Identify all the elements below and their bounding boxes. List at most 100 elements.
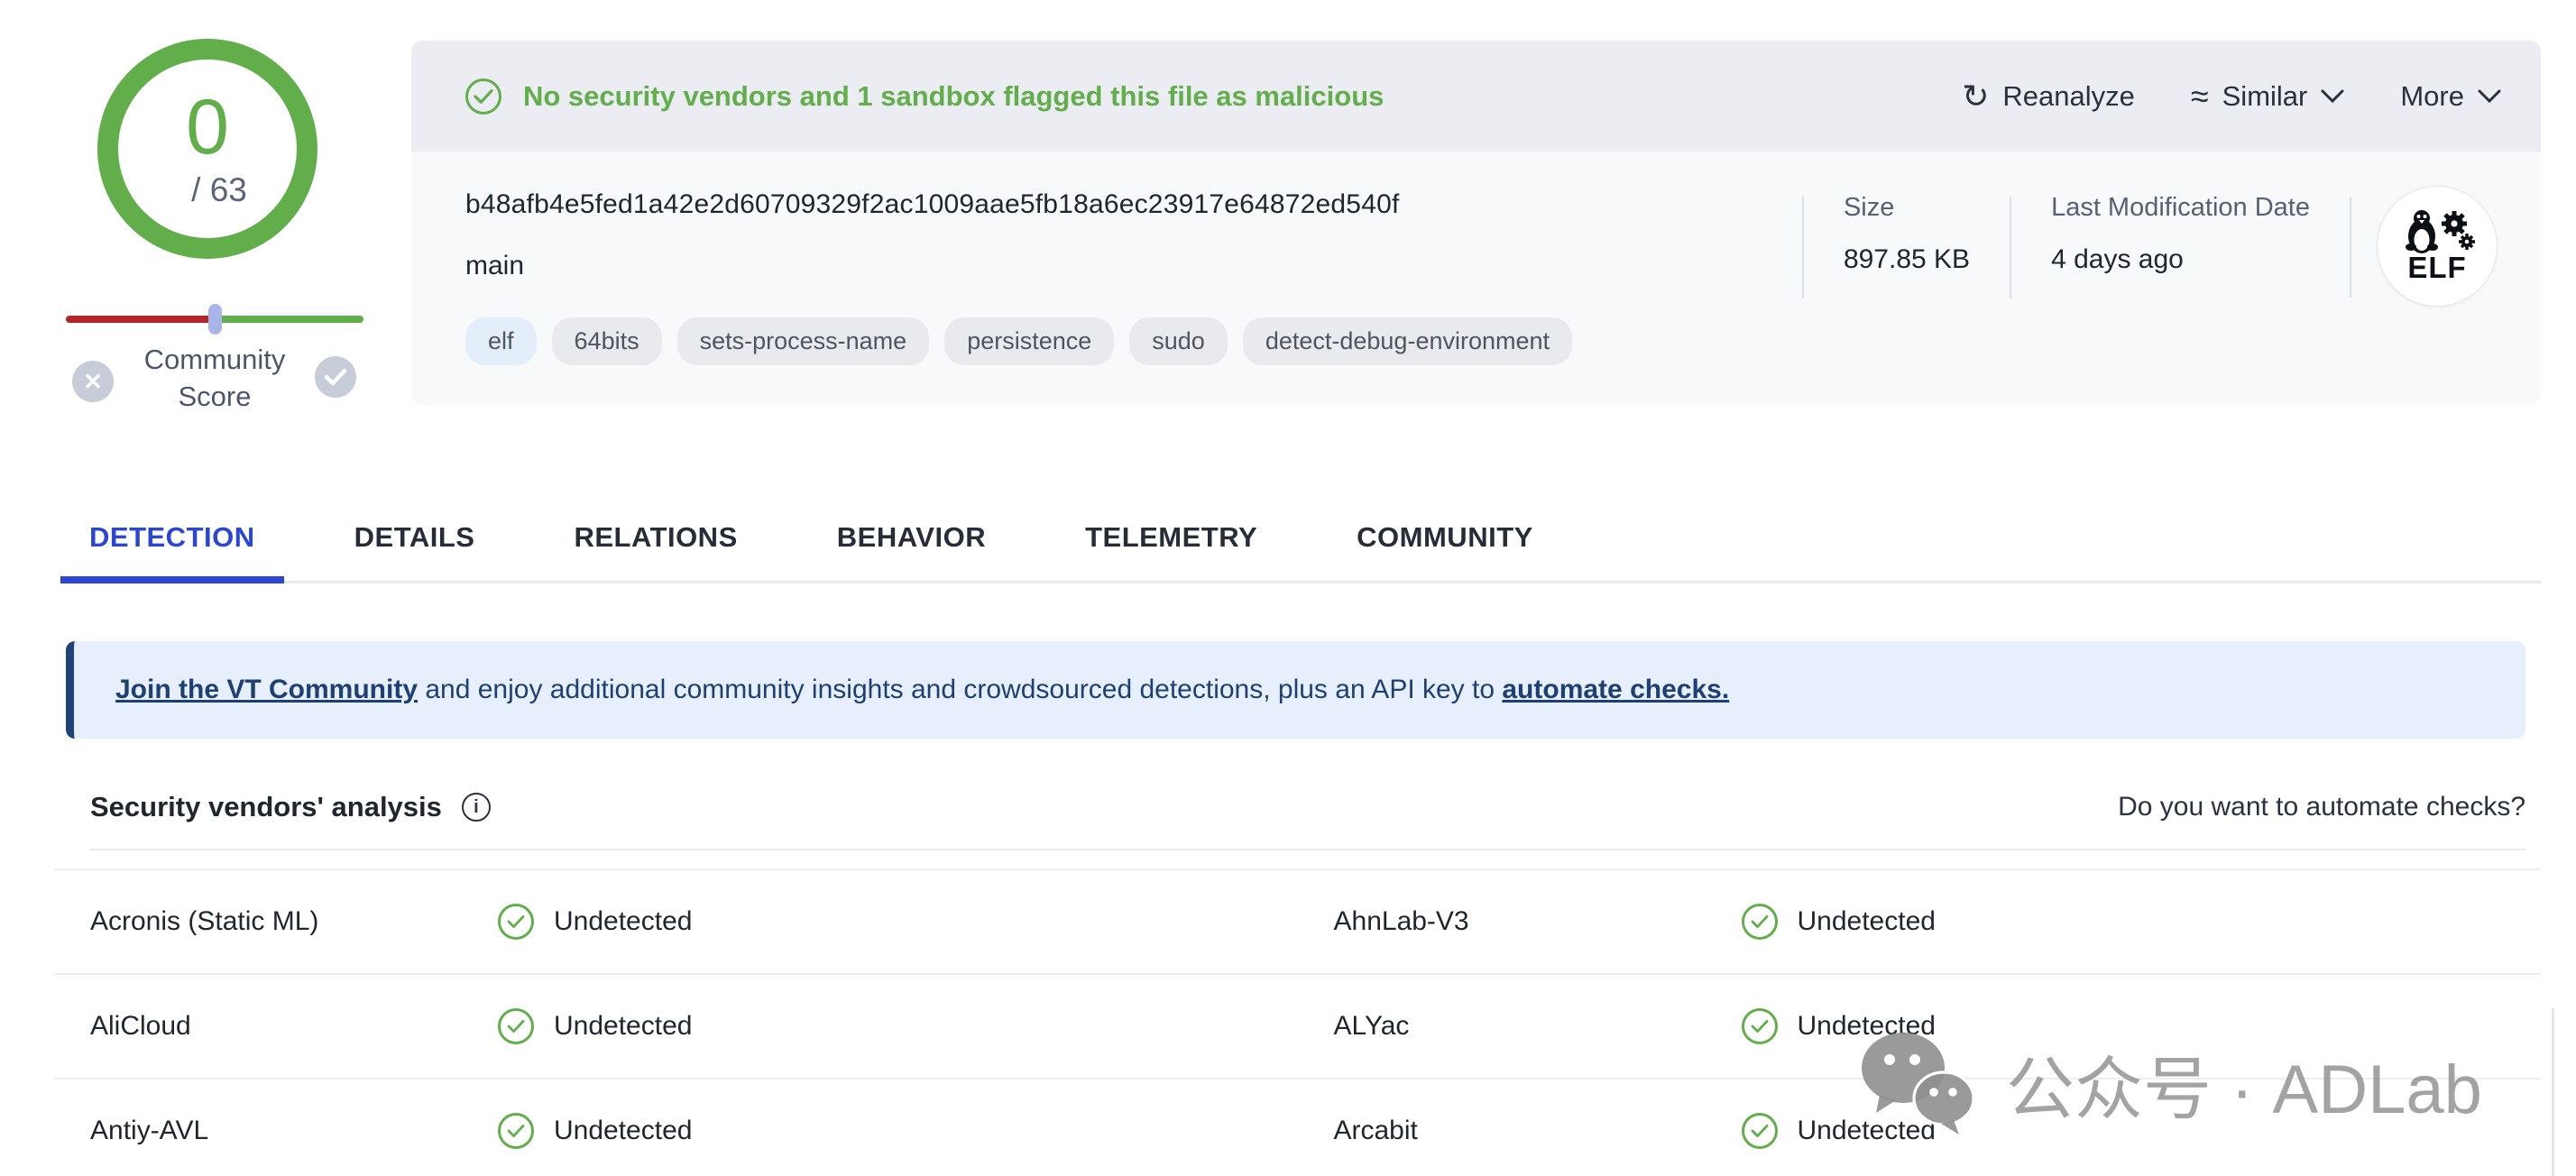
vendor-status-text: Undetected [1798, 1011, 1936, 1042]
vt-community-banner: Join the VT Community and enjoy addition… [66, 641, 2525, 739]
verdict-banner: No security vendors and 1 sandbox flagge… [411, 41, 2541, 152]
community-score-positive-bar [216, 316, 363, 323]
tux-penguin-gear-icon [2398, 207, 2476, 254]
vendor-result: Antiy-AVL Undetected [54, 1113, 1298, 1149]
similar-button[interactable]: ≈ Similar [2191, 80, 2345, 113]
vendor-name: ALYac [1298, 1011, 1742, 1042]
scrollbar-thumb[interactable] [2552, 1008, 2554, 1176]
chevron-down-icon [2321, 89, 2344, 104]
banner-actions: ↻ Reanalyze ≈ Similar More [1962, 80, 2501, 113]
vendor-result: Arcabit Undetected [1298, 1113, 2542, 1149]
file-meta: Size 897.85 KB Last Modification Date 4 … [1802, 193, 2501, 307]
vendor-status: Undetected [1742, 904, 1936, 940]
vendor-status: Undetected [1742, 1113, 1936, 1149]
tab-telemetry[interactable]: TELEMETRY [1056, 507, 1286, 581]
community-score-slider [66, 315, 363, 324]
file-details-panel: b48afb4e5fed1a42e2d60709329f2ac1009aae5f… [411, 152, 2541, 405]
last-modification-value: 4 days ago [2051, 244, 2310, 275]
vendor-status-text: Undetected [554, 1116, 692, 1146]
automate-checks-question: Do you want to automate checks? [2118, 792, 2525, 822]
community-score-label: Community Score [106, 341, 323, 415]
more-label: More [2400, 80, 2464, 113]
divider [2350, 197, 2351, 298]
vote-harmless-button[interactable] [315, 356, 356, 398]
similar-label: Similar [2222, 80, 2308, 113]
tag-64bits[interactable]: 64bits [552, 317, 662, 365]
vendor-result: AhnLab-V3Undetected [1298, 904, 2542, 940]
size-label: Size [1844, 193, 1970, 223]
tab-detection[interactable]: DETECTION [60, 507, 284, 581]
vendors-analysis-table: Acronis (Static ML)UndetectedAhnLab-V3Un… [54, 868, 2541, 1176]
tab-behavior[interactable]: BEHAVIOR [808, 507, 1015, 581]
community-score-negative-bar [66, 316, 216, 323]
virustotal-file-report: 0 / 63 Community Score ✕ No security ven… [0, 0, 2576, 1176]
undetected-check-icon [1742, 1113, 1778, 1149]
vendor-status: Undetected [498, 1008, 692, 1044]
last-modification-block: Last Modification Date 4 days ago [2011, 193, 2350, 275]
info-icon[interactable]: i [462, 793, 491, 822]
vendor-status-text: Undetected [554, 1011, 692, 1042]
file-name: main [465, 251, 1802, 281]
undetected-check-icon [1742, 904, 1778, 940]
vendors-analysis-title: Security vendors' analysis [90, 791, 442, 823]
tab-community[interactable]: COMMUNITY [1328, 507, 1562, 581]
detection-score-value: 0 [186, 88, 229, 166]
table-row: Antiy-AVL Undetected Arcabit Undetected [54, 1080, 2541, 1176]
verdict-message: No security vendors and 1 sandbox flagge… [523, 80, 1384, 113]
detection-score-ring: 0 / 63 [97, 39, 317, 259]
report-tabs: DETECTION DETAILS RELATIONS BEHAVIOR TELEMET… [60, 507, 2541, 583]
tab-relations[interactable]: RELATIONS [545, 507, 766, 581]
tag-elf[interactable]: elf [465, 317, 537, 365]
report-header: 0 / 63 Community Score ✕ No security ven… [0, 0, 2576, 451]
table-row: Acronis (Static ML)UndetectedAhnLab-V3Un… [54, 870, 2541, 975]
reanalyze-icon: ↻ [1962, 80, 1989, 113]
vendor-result: Acronis (Static ML) Undetected [54, 904, 1298, 940]
vendor-name: Antiy-AVL [54, 1116, 498, 1146]
vendor-name: Acronis (Static ML) [54, 906, 498, 937]
vote-malicious-button[interactable]: ✕ [72, 361, 114, 402]
undetected-check-icon [1742, 1008, 1778, 1044]
vendor-result: AliCloud Undetected [54, 1008, 1298, 1044]
vendors-analysis-header: Security vendors' analysis i Do you want… [90, 791, 2525, 850]
detection-score-widget: 0 / 63 Community Score ✕ [0, 0, 411, 451]
vendor-status: Undetected [498, 1113, 692, 1149]
last-modification-label: Last Modification Date [2051, 193, 2310, 223]
filetype-elf-badge: ELF [2377, 186, 2498, 307]
check-icon [325, 368, 346, 386]
size-value: 897.85 KB [1844, 244, 1970, 275]
vendor-result: ALYac Undetected [1298, 1008, 2542, 1044]
join-vt-community-link[interactable]: Join the VT Community [115, 675, 418, 704]
tab-details[interactable]: DETAILS [326, 507, 504, 581]
tag-sudo[interactable]: sudo [1129, 317, 1228, 365]
more-button[interactable]: More [2400, 80, 2501, 113]
vendor-name: AliCloud [54, 1011, 498, 1042]
tag-detect-debug-environment[interactable]: detect-debug-environment [1243, 317, 1572, 365]
elf-badge-label: ELF [2407, 251, 2466, 285]
similar-waves-icon: ≈ [2191, 80, 2209, 113]
tag-persistence[interactable]: persistence [944, 317, 1114, 365]
reanalyze-label: Reanalyze [2002, 80, 2134, 113]
vendor-status-text: Undetected [554, 906, 692, 937]
vendor-status: Undetected [498, 904, 692, 940]
vendor-status-text: Undetected [1798, 1116, 1936, 1146]
vendor-name: Arcabit [1298, 1116, 1742, 1146]
reanalyze-button[interactable]: ↻ Reanalyze [1962, 80, 2135, 113]
file-size-block: Size 897.85 KB [1804, 193, 2010, 275]
tag-sets-process-name[interactable]: sets-process-name [677, 317, 930, 365]
undetected-check-icon [498, 1113, 534, 1149]
file-tags: elf 64bits sets-process-name persistence sud… [465, 317, 1802, 365]
undetected-check-icon [498, 904, 534, 940]
undetected-check-icon [498, 1008, 534, 1044]
file-sha256: b48afb4e5fed1a42e2d60709329f2ac1009aae5f… [465, 189, 1802, 220]
x-icon: ✕ [83, 368, 103, 396]
chevron-down-icon [2478, 89, 2501, 104]
community-banner-text: and enjoy additional community insights … [418, 675, 1502, 704]
harmless-check-icon [465, 78, 501, 115]
automate-checks-link[interactable]: automate checks. [1502, 675, 1729, 704]
table-row: AliCloud Undetected ALYac Undetected [54, 975, 2541, 1080]
vendor-status: Undetected [1742, 1008, 1936, 1044]
file-summary-card: No security vendors and 1 sandbox flagge… [411, 41, 2541, 451]
detection-score-total: / 63 [191, 171, 247, 209]
community-score-handle [208, 304, 222, 335]
vendor-status-text: Undetected [1798, 906, 1936, 937]
